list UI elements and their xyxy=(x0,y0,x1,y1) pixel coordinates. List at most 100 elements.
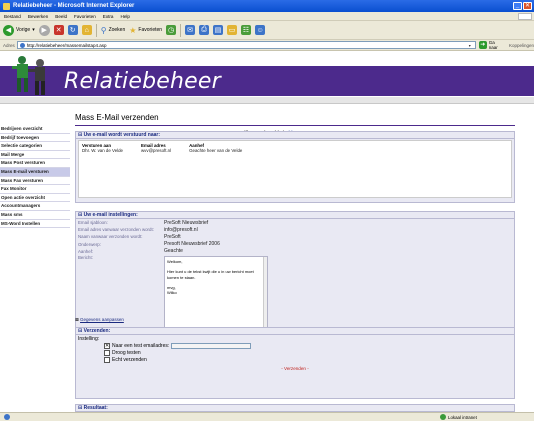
bericht-line: Hier kunt u de tekst kwijt die u in uw b… xyxy=(167,269,254,280)
address-url: http://relatiebeheer/massemailstap4.asp xyxy=(26,42,107,48)
setting-value: info@presoft.nl xyxy=(164,226,198,233)
bericht-textarea[interactable]: Welkom, Hier kunt u de tekst kwijt die u… xyxy=(164,255,268,328)
checkbox[interactable] xyxy=(104,356,110,363)
option-label: Droog testen xyxy=(112,349,141,356)
result-panel: ⊟ Resultaat: xyxy=(75,404,515,412)
menu-beeld[interactable]: Beeld xyxy=(55,14,67,19)
settings-heading[interactable]: ⊟ Uw e-mail instellingen: xyxy=(76,212,514,219)
menu-bar: Bestand Bewerken Beeld Favorieten Extra … xyxy=(0,12,534,21)
messenger-button[interactable]: ☺ xyxy=(255,25,266,35)
window-titlebar: Relatiebeheer - Microsoft Internet Explo… xyxy=(0,0,534,12)
recipients-heading-text: Uw e-mail wordt verstuurd naar: xyxy=(83,132,160,138)
intranet-icon xyxy=(440,414,446,420)
back-button[interactable]: ◀ Vorige ▾ xyxy=(3,24,35,36)
sidebar-item-bedrijven-overzicht[interactable]: Bedrijven overzicht xyxy=(0,125,70,134)
sidebar-item-selectie-categorien[interactable]: Selectie categorien xyxy=(0,142,70,151)
table-cell: wvv@presoft.nl xyxy=(141,148,172,153)
zone-indicator: Lokaal intranet xyxy=(440,414,477,420)
discuss-button[interactable]: ☷ xyxy=(241,25,252,35)
favorites-star-icon: ★ xyxy=(129,25,137,35)
folder-button[interactable]: ▭ xyxy=(227,25,238,35)
sidebar-item-mass-post[interactable]: Mass Post versturen xyxy=(0,159,70,168)
windows-logo-icon xyxy=(518,13,532,20)
test-email-input[interactable] xyxy=(171,342,252,349)
stop-button[interactable]: ✕ xyxy=(53,25,64,35)
status-bar: Lokaal intranet xyxy=(0,412,534,421)
setting-label: Email sjabloon: xyxy=(78,220,108,226)
zone-label: Lokaal intranet xyxy=(448,414,477,420)
go-arrow-icon: ➜ xyxy=(478,41,487,49)
sidebar-item-mass-sms[interactable]: Mass sms xyxy=(0,210,70,220)
sidebar-item-open-actie[interactable]: Open actie overzicht xyxy=(0,193,70,203)
refresh-button[interactable]: ↻ xyxy=(67,25,78,35)
back-arrow-icon: ◀ xyxy=(3,24,14,36)
close-button[interactable]: ✕ xyxy=(523,2,532,10)
edit-button[interactable]: ▤ xyxy=(213,25,224,35)
send-heading[interactable]: ⊟ Verzenden: xyxy=(76,328,514,335)
setting-row-from-email: Email adres vanwaar verzonden wordt: inf… xyxy=(76,226,514,233)
sidebar-item-msword-instellen[interactable]: MS-Word Instellen xyxy=(0,219,70,229)
go-button[interactable]: ➜ Ga naar xyxy=(478,40,505,50)
sidebar-item-mail-merge[interactable]: Mail Merge xyxy=(0,150,70,160)
recipients-panel: ⊟ Uw e-mail wordt verstuurd naar: Verstu… xyxy=(75,131,515,203)
edit-settings-row: ⊠ Gegevens aanpassen xyxy=(75,317,124,323)
collapse-icon: ⊟ xyxy=(78,328,83,334)
menu-bestand[interactable]: Bestand xyxy=(4,14,21,19)
collapse-icon: ⊟ xyxy=(78,212,83,218)
bericht-scrollbar[interactable] xyxy=(263,256,267,327)
setting-label: Naam vanwaar verzonden wordt: xyxy=(78,234,143,240)
sidebar-item-mass-email[interactable]: Mass E-mail versturen xyxy=(0,167,70,177)
setting-value: PreSoft Nieuwsbrief xyxy=(164,219,209,226)
logo-figures-icon xyxy=(12,56,45,95)
sidebar-item-mass-fax[interactable]: Mass Fax versturen xyxy=(0,176,70,186)
page-title: Mass E-Mail verzenden xyxy=(75,113,159,122)
option-label: Echt verzenden xyxy=(112,356,147,363)
favorites-label: Favorieten xyxy=(138,27,163,33)
address-input[interactable]: http://relatiebeheer/massemailstap4.asp … xyxy=(16,41,476,49)
sidebar-item-accountmanagers[interactable]: Accountmanagers xyxy=(0,202,70,211)
print-button[interactable]: ⎙ xyxy=(199,25,210,35)
history-button[interactable]: ◷ xyxy=(166,25,177,35)
sidebar-item-bedrijf-toevoegen[interactable]: Bedrijf toevoegen xyxy=(0,133,70,143)
checkbox[interactable] xyxy=(104,349,110,356)
address-dropdown-icon[interactable]: ▾ xyxy=(469,43,474,48)
banner-underline xyxy=(0,97,534,104)
favorites-button[interactable]: ★ Favorieten xyxy=(129,26,162,35)
table-row: Dhr. W. van de Velde wvv@presoft.nl Geac… xyxy=(82,148,260,153)
toolbar-separator xyxy=(180,23,182,37)
option-test-email[interactable]: ✕ Naar een test emailadres: xyxy=(76,342,514,349)
result-heading[interactable]: ⊟ Resultaat: xyxy=(76,405,514,412)
menu-bewerken[interactable]: Bewerken xyxy=(28,14,48,19)
forward-button[interactable]: ▶ xyxy=(38,24,50,36)
mail-button[interactable]: ✉ xyxy=(185,25,196,35)
search-icon: ⚲ xyxy=(100,25,107,35)
edit-settings-link[interactable]: Gegevens aanpassen xyxy=(80,317,124,322)
setting-value: Presoft Nieuwsbrief 2006 xyxy=(164,241,220,248)
go-label: Ga naar xyxy=(488,40,498,50)
page-icon xyxy=(19,42,25,48)
back-label: Vorige xyxy=(16,27,31,33)
minimize-button[interactable]: _ xyxy=(513,2,522,10)
checkbox-checked[interactable]: ✕ xyxy=(104,342,110,349)
table-cell: Dhr. W. van de Velde xyxy=(82,148,124,153)
search-label: Zoeken xyxy=(108,27,126,33)
edit-icon: ⊠ xyxy=(75,317,79,322)
table-cell: Geachte heer van de Velde xyxy=(189,148,243,153)
menu-extra[interactable]: Extra xyxy=(103,14,114,19)
sidebar: Bedrijven overzicht Bedrijf toevoegen Se… xyxy=(0,125,70,229)
sidebar-item-fax-monitor[interactable]: Fax Monitor xyxy=(0,185,70,194)
menu-help[interactable]: Help xyxy=(121,14,130,19)
settings-heading-text: Uw e-mail instellingen: xyxy=(83,212,138,218)
home-button[interactable]: ⌂ xyxy=(81,25,92,35)
option-echt-verzenden[interactable]: Echt verzenden xyxy=(76,356,514,363)
recipients-table: Versturen aan Email adres Aanhef Dhr. W.… xyxy=(82,143,260,153)
menu-favorieten[interactable]: Favorieten xyxy=(74,14,96,19)
option-droog-testen[interactable]: Droog testen xyxy=(76,349,514,356)
send-button[interactable]: - Verzenden - xyxy=(76,366,514,371)
recipients-heading[interactable]: ⊟ Uw e-mail wordt verstuurd naar: xyxy=(76,132,514,139)
links-label[interactable]: Koppelingen xyxy=(509,43,534,48)
option-label: Naar een test emailadres: xyxy=(112,342,170,349)
back-dropdown-icon[interactable]: ▾ xyxy=(32,27,35,33)
title-divider xyxy=(75,125,515,126)
search-button[interactable]: ⚲ Zoeken xyxy=(101,26,126,35)
